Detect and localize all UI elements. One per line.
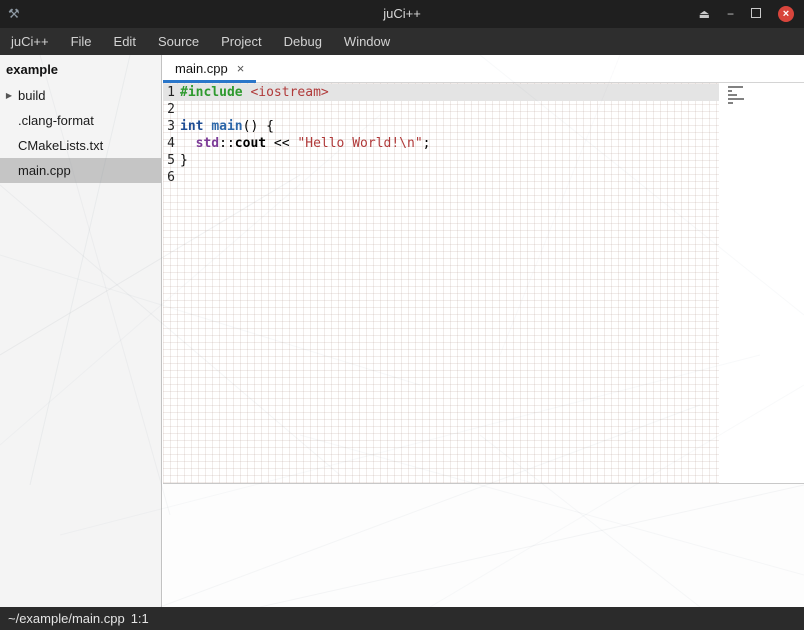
code-lines: 1#include <iostream>23int main() {4 std:…	[163, 84, 719, 186]
tab-close-icon[interactable]: ×	[237, 61, 245, 76]
code-line-5[interactable]: 5}	[163, 152, 719, 169]
titlebar: ⚒ juCi++ ⏏ − ×	[0, 0, 804, 28]
source-map-mark	[728, 90, 732, 92]
menu-item-file[interactable]: File	[60, 28, 103, 55]
tree-item-build[interactable]: ▶build	[0, 83, 161, 108]
menu-item-juci[interactable]: juCi++	[0, 28, 60, 55]
tree-item-label: CMakeLists.txt	[18, 133, 103, 158]
tab-label: main.cpp	[175, 61, 228, 76]
code-line-4[interactable]: 4 std::cout << "Hello World!\n";	[163, 135, 719, 152]
menubar: juCi++FileEditSourceProjectDebugWindow	[0, 28, 804, 55]
tree-item-clang-format[interactable]: .clang-format	[0, 108, 161, 133]
status-file-path: ~/example/main.cpp	[8, 607, 125, 630]
maximize-icon	[751, 8, 761, 18]
file-browser: example ▶build.clang-formatCMakeLists.tx…	[0, 55, 162, 607]
code-line-3[interactable]: 3 int main() {	[163, 118, 719, 135]
status-cursor-position: 1:1	[131, 607, 149, 630]
file-tree: ▶build.clang-formatCMakeLists.txtmain.cp…	[0, 83, 161, 183]
window-controls: ⏏ − ×	[699, 0, 794, 28]
tree-item-label: main.cpp	[18, 158, 71, 183]
menu-item-edit[interactable]: Edit	[103, 28, 147, 55]
code-line-2[interactable]: 2	[163, 101, 719, 118]
code-text: }	[180, 152, 188, 169]
line-number: 1	[163, 84, 175, 101]
menu-item-debug[interactable]: Debug	[273, 28, 333, 55]
shade-button[interactable]: ⏏	[699, 8, 710, 20]
close-button[interactable]: ×	[778, 6, 794, 22]
line-number: 6	[163, 169, 175, 186]
line-number: 4	[163, 135, 175, 152]
window-title: juCi++	[0, 0, 804, 28]
project-name: example	[0, 55, 161, 83]
expander-icon[interactable]: ▶	[0, 83, 18, 108]
tree-item-cmakelists-txt[interactable]: CMakeLists.txt	[0, 133, 161, 158]
maximize-button[interactable]	[751, 8, 761, 20]
code-text: int main() {	[180, 118, 274, 135]
minimize-button[interactable]: −	[727, 8, 734, 20]
tree-item-main-cpp[interactable]: main.cpp	[0, 158, 161, 183]
statusbar: ~/example/main.cpp 1:1	[0, 607, 804, 630]
code-line-1[interactable]: 1 #include <iostream>	[163, 84, 719, 101]
code-editor[interactable]: 1#include <iostream>23int main() {4 std:…	[163, 83, 804, 483]
code-line-6[interactable]: 6	[163, 169, 719, 186]
code-text: std::cout << "Hello World!\n";	[180, 135, 430, 152]
source-map-mark	[728, 102, 733, 104]
source-map-mark	[728, 94, 737, 96]
tab-main-cpp[interactable]: main.cpp ×	[163, 55, 256, 82]
tabbar: main.cpp ×	[163, 55, 804, 83]
source-map-mark	[728, 86, 743, 88]
tree-item-label: build	[18, 83, 45, 108]
line-number: 3	[163, 118, 175, 135]
output-panel[interactable]	[163, 484, 804, 607]
source-map-mark	[728, 98, 744, 100]
menu-item-source[interactable]: Source	[147, 28, 210, 55]
juci-window: ⚒ juCi++ ⏏ − × juCi++FileEditSourceProje…	[0, 0, 804, 630]
code-text: #include <iostream>	[180, 84, 329, 101]
source-map[interactable]	[728, 86, 762, 106]
menu-item-window[interactable]: Window	[333, 28, 401, 55]
line-number: 5	[163, 152, 175, 169]
tree-item-label: .clang-format	[18, 108, 94, 133]
menu-item-project[interactable]: Project	[210, 28, 272, 55]
line-number: 2	[163, 101, 175, 118]
